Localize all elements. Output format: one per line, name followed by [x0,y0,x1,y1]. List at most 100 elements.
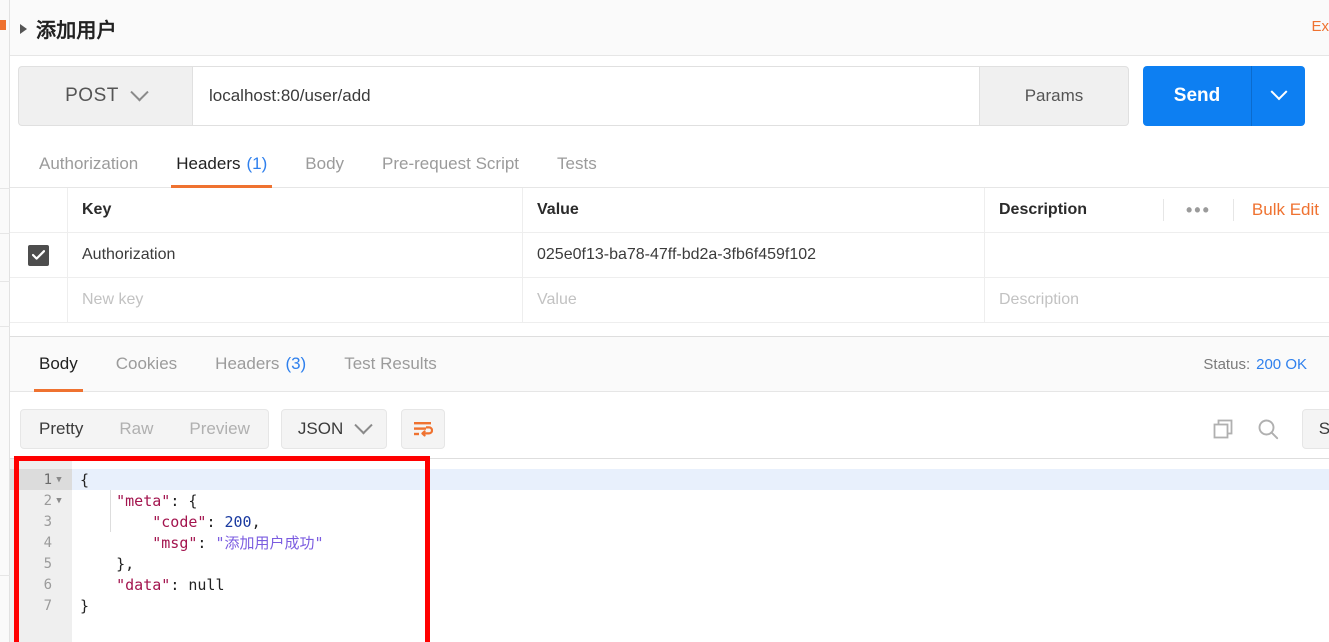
resp-tab-cookies[interactable]: Cookies [97,337,196,391]
send-button-group: Send [1143,66,1305,126]
tab-count: (1) [246,153,268,173]
sidebar-edge-strip [0,0,10,642]
response-body-viewer[interactable]: 1 ▼ 2 ▼ 3 4 5 6 7 { "meta": { "code": 200, "msg"… [10,458,1329,642]
line-number: 2 ▼ [10,490,72,511]
fold-arrow-icon[interactable]: ▼ [52,496,66,506]
line-number-label: 3 [43,513,52,530]
line-number-label: 4 [43,534,52,551]
headers-table: Key Value Description ••• Bulk Edit Auth… [10,188,1329,323]
new-key-input[interactable]: New key [68,278,523,322]
json-token-null: null [188,575,225,594]
resp-tab-body[interactable]: Body [20,337,97,392]
word-wrap-button[interactable] [401,409,446,449]
json-token-num: 200 [224,512,252,531]
tab-label: Headers [176,153,241,173]
tab-authorization[interactable]: Authorization [20,140,157,187]
new-description-input[interactable]: Description [985,278,1329,322]
line-number-gutter: 1 ▼ 2 ▼ 3 4 5 6 7 [10,459,72,642]
request-title-group[interactable]: 添加用户 [20,14,117,43]
tab-label: Cookies [115,354,178,373]
save-response-button[interactable]: Sav [1301,409,1329,449]
caret-right-icon[interactable] [20,23,27,34]
search-button[interactable] [1256,417,1280,441]
tab-label: Body [39,354,78,373]
json-token-punc: : [197,533,216,552]
view-mode-raw[interactable]: Raw [101,410,171,448]
line-number: 5 [10,553,72,574]
sidebar-divider [0,575,10,576]
table-header-tools: ••• Bulk Edit [1163,188,1329,232]
resp-tab-test-results[interactable]: Test Results [325,337,456,391]
params-button[interactable]: Params [979,66,1129,126]
send-options-button[interactable] [1251,66,1305,126]
code-line[interactable]: }, [72,553,1329,574]
row-description[interactable] [985,233,1329,277]
sidebar-divider [0,233,10,234]
request-tabs: Authorization Headers (1) Body Pre-request S… [10,140,1329,188]
row-checkbox[interactable] [28,244,49,266]
column-header-value: Value [523,188,985,232]
json-token-punc: : [170,575,189,594]
code-content[interactable]: { "meta": { "code": 200, "msg": "添加用户成功"… [72,459,1329,642]
method-selector[interactable]: POST [18,66,192,126]
status-badge: Status: 200 OK [1203,337,1329,391]
line-number-label: 2 [43,492,52,509]
code-line[interactable]: { [72,469,1329,490]
json-token-key: "msg" [152,533,198,552]
json-token-key: "code" [152,512,207,531]
code-line[interactable]: "data": null [72,574,1329,595]
format-selector[interactable]: JSON [280,409,388,449]
code-line[interactable]: "meta": { [72,490,1329,511]
response-toolbar: Pretty Raw Preview JSON S [10,400,1329,458]
code-line[interactable]: } [72,595,1329,616]
view-mode-pretty[interactable]: Pretty [21,410,101,448]
response-tabs: Body Cookies Headers (3) Test Results Status… [10,336,1329,392]
bulk-edit-button[interactable]: Bulk Edit [1234,200,1319,220]
status-value: 200 OK [1256,355,1307,373]
url-bar: POST localhost:80/user/add Params Send [18,66,1305,126]
send-button[interactable]: Send [1143,66,1251,126]
tab-body[interactable]: Body [286,140,363,187]
sidebar-divider [0,281,10,282]
view-mode-preview[interactable]: Preview [171,410,267,448]
copy-button[interactable] [1212,418,1234,440]
tab-label: Headers [215,354,280,373]
line-number-label: 7 [43,597,52,614]
column-header-description: Description ••• Bulk Edit [985,188,1329,232]
table-row[interactable]: Authorization 025e0f13-ba78-47ff-bd2a-3f… [10,233,1329,278]
tab-pre-request-script[interactable]: Pre-request Script [363,140,538,187]
json-token-punc: : { [170,491,198,510]
method-label: POST [65,85,119,106]
examples-link[interactable]: Ex [1311,18,1329,35]
line-number-label: 1 [43,471,52,488]
response-right-tools: Sav [1212,409,1329,449]
line-number: 6 [10,574,72,595]
word-wrap-icon [414,422,434,437]
row-key[interactable]: Authorization [68,233,523,277]
json-token-punc: : [206,512,225,531]
format-label: JSON [297,419,344,438]
more-options-icon[interactable]: ••• [1163,199,1234,221]
new-value-input[interactable]: Value [523,278,985,322]
table-new-row[interactable]: New key Value Description [10,278,1329,323]
tab-label: Pre-request Script [382,153,520,173]
tab-tests[interactable]: Tests [538,140,616,187]
url-input[interactable]: localhost:80/user/add [192,66,979,126]
code-line[interactable]: "msg": "添加用户成功" [72,532,1329,553]
search-icon [1258,419,1278,440]
postman-request-response-pane: 添加用户 Ex POST localhost:80/user/add Param… [0,0,1329,642]
tab-label: Test Results [344,354,437,373]
column-header-description-label: Description [999,201,1088,218]
row-value[interactable]: 025e0f13-ba78-47ff-bd2a-3fb6f459f102 [523,233,985,277]
json-token-punc: } [80,596,90,615]
code-line[interactable]: "code": 200, [72,511,1329,532]
resp-tab-headers[interactable]: Headers (3) [196,337,325,391]
request-header: 添加用户 Ex [10,0,1329,56]
fold-arrow-icon[interactable]: ▼ [52,475,66,485]
tab-headers[interactable]: Headers (1) [157,140,286,188]
status-label: Status: [1203,355,1251,373]
column-header-key: Key [68,188,523,232]
